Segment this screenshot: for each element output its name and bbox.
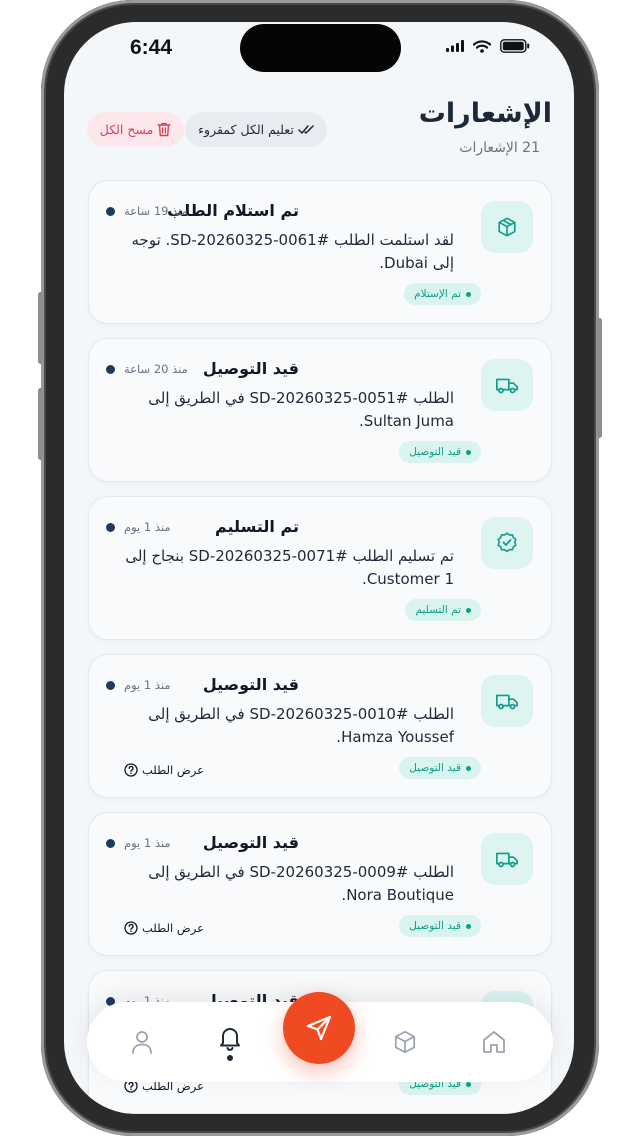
volume-button <box>38 388 43 460</box>
truck-icon <box>496 852 518 868</box>
status-label: قيد التوصيل <box>409 762 461 774</box>
status-badge: قيد التوصيل <box>399 915 481 937</box>
status-badge: تم التسليم <box>405 599 481 621</box>
status-dot <box>466 765 471 771</box>
wifi-icon <box>473 39 491 53</box>
status-label: قيد التوصيل <box>409 920 461 932</box>
signal-icon <box>446 40 464 52</box>
battery-icon <box>500 39 530 53</box>
notification-title: تم التسليم <box>214 517 299 536</box>
card-icon-box <box>481 675 533 727</box>
notification-time: منذ 19 ساعة <box>124 204 188 218</box>
unread-dot <box>106 365 115 374</box>
card-icon-box <box>481 833 533 885</box>
status-dot <box>466 607 471 613</box>
notification-message: تم تسليم الطلب #SD-20260325-0071 بنجاح إ… <box>125 547 454 588</box>
nav-notifications[interactable] <box>214 1022 246 1062</box>
trash-icon <box>157 122 171 137</box>
unread-dot <box>106 523 115 532</box>
check-badge-icon <box>497 532 517 553</box>
notification-message: لقد استلمت الطلب #SD-20260325-0061. توجه… <box>131 231 454 272</box>
notification-title: قيد التوصيل <box>202 359 299 378</box>
dynamic-island <box>240 24 401 72</box>
status-icons <box>446 39 530 53</box>
double-check-icon <box>298 124 314 134</box>
send-fab-button[interactable] <box>283 992 355 1064</box>
notification-message: الطلب #SD-20260325-0010 في الطريق إلى Ha… <box>148 705 454 746</box>
notification-title: قيد التوصيل <box>202 833 299 852</box>
active-indicator <box>227 1054 233 1061</box>
nav-home[interactable] <box>478 1026 510 1058</box>
status-dot <box>466 1081 471 1087</box>
notification-count: 21 الإشعارات <box>459 140 540 156</box>
notification-card[interactable]: قيد التوصيل منذ 20 ساعة الطلب #SD-202603… <box>88 338 552 482</box>
notification-title: قيد التوصيل <box>202 675 299 694</box>
view-order-label: عرض الطلب <box>142 763 204 777</box>
silent-switch <box>38 292 43 364</box>
mark-all-read-button[interactable]: تعليم الكل كمقروء <box>185 112 327 147</box>
nav-orders[interactable] <box>389 1026 421 1058</box>
help-circle-icon <box>124 921 138 935</box>
notification-time: منذ 20 ساعة <box>124 362 188 376</box>
help-circle-icon <box>124 763 138 777</box>
status-label: تم التسليم <box>415 604 461 616</box>
screen: 6:44 الإشعارات 21 الإشعارات تعليم الكل ك… <box>64 22 574 1114</box>
status-badge: قيد التوصيل <box>399 757 481 779</box>
status-badge: قيد التوصيل <box>399 441 481 463</box>
notification-card[interactable]: تم التسليم منذ 1 يوم تم تسليم الطلب #SD-… <box>88 496 552 640</box>
view-order-label: عرض الطلب <box>142 921 204 935</box>
status-dot <box>466 291 471 297</box>
package-icon <box>498 217 516 237</box>
notification-card[interactable]: تم استلام الطلب منذ 19 ساعة لقد استلمت ا… <box>88 180 552 324</box>
power-button <box>597 318 602 438</box>
card-icon-box <box>481 201 533 253</box>
unread-dot <box>106 681 115 690</box>
unread-dot <box>106 207 115 216</box>
notification-card[interactable]: قيد التوصيل منذ 1 يوم الطلب #SD-20260325… <box>88 654 552 798</box>
view-order-link[interactable]: عرض الطلب <box>124 763 204 777</box>
status-label: تم الإستلام <box>414 288 461 300</box>
clear-all-label: مسح الكل <box>99 122 154 137</box>
page-title: الإشعارات <box>418 98 552 129</box>
notification-time: منذ 1 يوم <box>124 678 171 692</box>
clear-all-button[interactable]: مسح الكل <box>87 112 184 147</box>
view-order-link[interactable]: عرض الطلب <box>124 921 204 935</box>
card-icon-box <box>481 517 533 569</box>
bell-icon <box>220 1027 240 1051</box>
status-dot <box>466 449 471 455</box>
notification-time: منذ 1 يوم <box>124 520 171 534</box>
nav-profile[interactable] <box>126 1026 158 1058</box>
notification-time: منذ 1 يوم <box>124 836 171 850</box>
status-badge: تم الإستلام <box>404 283 481 305</box>
notification-message: الطلب #SD-20260325-0009 في الطريق إلى No… <box>148 863 454 904</box>
status-label: قيد التوصيل <box>409 446 461 458</box>
package-icon <box>394 1030 416 1054</box>
card-icon-box <box>481 359 533 411</box>
mark-all-read-label: تعليم الكل كمقروء <box>198 122 294 137</box>
truck-icon <box>496 378 518 394</box>
status-time: 6:44 <box>130 36 173 59</box>
notification-message: الطلب #SD-20260325-0051 في الطريق إلى Su… <box>148 389 454 430</box>
notification-card[interactable]: قيد التوصيل منذ 1 يوم الطلب #SD-20260325… <box>88 812 552 956</box>
truck-icon <box>496 694 518 710</box>
profile-icon <box>132 1031 152 1054</box>
home-icon <box>483 1031 505 1053</box>
unread-dot <box>106 839 115 848</box>
send-icon <box>306 1015 332 1041</box>
status-dot <box>466 923 471 929</box>
